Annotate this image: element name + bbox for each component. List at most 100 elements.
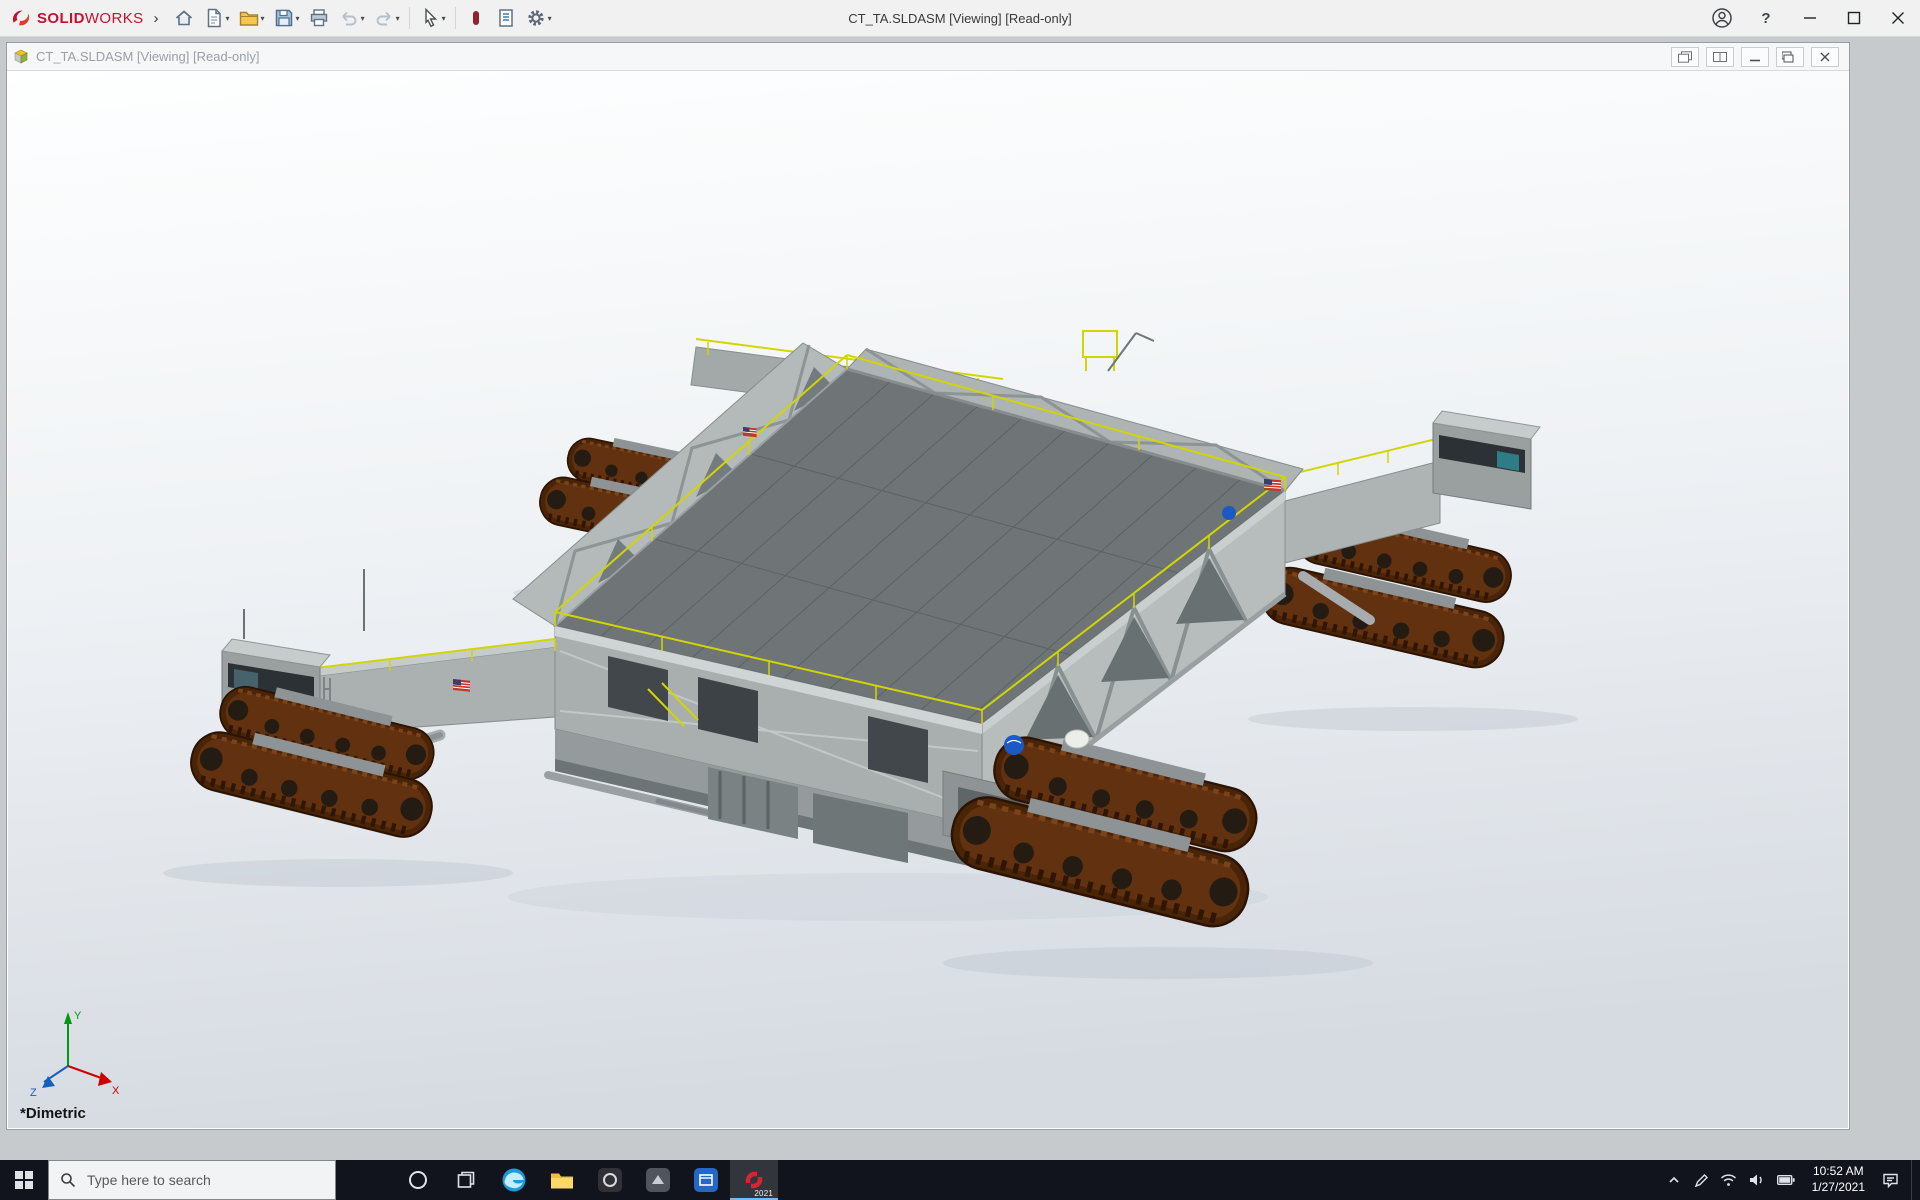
redo-caret[interactable]: ▾ (396, 14, 400, 23)
minimize-button[interactable] (1788, 0, 1832, 36)
macro-icon (465, 7, 487, 29)
windows-taskbar: 2021 10:52 AM 1/27/2021 (0, 1160, 1920, 1200)
doc-restore-icon (1782, 51, 1798, 63)
help-icon: ? (1761, 10, 1770, 27)
search-icon (60, 1172, 76, 1188)
file-properties-button[interactable] (491, 3, 521, 33)
home-button[interactable] (169, 3, 199, 33)
file-explorer-button[interactable] (538, 1160, 586, 1200)
search-input[interactable] (85, 1171, 309, 1189)
network-tray-button[interactable] (1720, 1173, 1737, 1187)
open-button[interactable]: ▾ (234, 3, 269, 33)
select-button[interactable]: ▾ (415, 3, 450, 33)
menu-expand-arrow[interactable]: › (154, 10, 159, 27)
taskbar-app-button-3[interactable] (682, 1160, 730, 1200)
document-window-controls (1671, 47, 1843, 67)
app-name-bold: SOLID (37, 10, 85, 27)
help-button[interactable]: ? (1744, 0, 1788, 36)
account-button[interactable] (1700, 0, 1744, 36)
pen-tray-button[interactable] (1693, 1173, 1708, 1188)
start-button[interactable] (0, 1160, 48, 1200)
app-name-light: WORKS (85, 10, 144, 27)
cortana-icon (407, 1169, 429, 1191)
hidden-icons-button[interactable] (1667, 1173, 1681, 1187)
new-document-button[interactable]: ▾ (199, 3, 234, 33)
triad-x-label: X (112, 1085, 120, 1097)
doc-minimize-button[interactable] (1741, 47, 1769, 67)
task-view-button[interactable] (442, 1160, 490, 1200)
toolbar-separator (409, 7, 410, 29)
split-view-icon (1712, 51, 1728, 63)
maximize-button[interactable] (1832, 0, 1876, 36)
options-caret[interactable]: ▾ (548, 14, 552, 23)
doc-close-button[interactable] (1811, 47, 1839, 67)
solidworks-taskbar-button[interactable]: 2021 (730, 1160, 778, 1200)
cortana-button[interactable] (394, 1160, 442, 1200)
main-titlebar: SOLIDWORKS › ▾ ▾ ▾ ▾ (0, 0, 1920, 37)
print-button[interactable] (304, 3, 334, 33)
solidworks-logo[interactable]: SOLIDWORKS (0, 7, 152, 29)
open-folder-icon (238, 7, 260, 29)
save-caret[interactable]: ▾ (296, 14, 300, 23)
battery-icon (1777, 1174, 1795, 1186)
taskbar-app-button-1[interactable] (586, 1160, 634, 1200)
solidworks-year-badge: 2021 (754, 1189, 773, 1198)
taskbar-apps: 2021 (394, 1160, 778, 1200)
volume-tray-button[interactable] (1749, 1173, 1765, 1187)
windows-start-icon (15, 1171, 33, 1189)
edge-icon (501, 1167, 527, 1193)
undo-button[interactable]: ▾ (334, 3, 369, 33)
show-desktop-button[interactable] (1911, 1160, 1918, 1200)
document-window-titlebar[interactable]: CT_TA.SLDASM [Viewing] [Read-only] (7, 43, 1849, 71)
taskbar-clock[interactable]: 10:52 AM 1/27/2021 (1807, 1164, 1870, 1195)
taskbar-app-button-2[interactable] (634, 1160, 682, 1200)
new-document-icon (203, 7, 225, 29)
edge-button[interactable] (490, 1160, 538, 1200)
select-cursor-icon (419, 7, 441, 29)
new-window-button[interactable] (1671, 47, 1699, 67)
action-center-icon (1882, 1172, 1899, 1189)
window-controls: ? (1700, 0, 1920, 36)
close-button[interactable] (1876, 0, 1920, 36)
triad-y-label: Y (74, 1010, 82, 1022)
split-view-button[interactable] (1706, 47, 1734, 67)
pen-icon (1693, 1173, 1708, 1188)
doc-close-icon (1817, 51, 1833, 63)
new-window-icon (1677, 51, 1693, 63)
document-window: CT_TA.SLDASM [Viewing] [Read-only] (6, 42, 1850, 1130)
redo-button[interactable]: ▾ (369, 3, 404, 33)
dassault-systemes-logo-icon (10, 7, 32, 29)
undo-icon (338, 7, 360, 29)
quick-access-toolbar: ▾ ▾ ▾ ▾ ▾ ▾ (169, 3, 556, 33)
wifi-icon (1720, 1173, 1737, 1187)
save-icon (273, 7, 295, 29)
select-caret[interactable]: ▾ (442, 14, 446, 23)
solidworks-application-window: SOLIDWORKS › ▾ ▾ ▾ ▾ (0, 0, 1920, 1200)
macro-button[interactable] (461, 3, 491, 33)
graphics-area[interactable]: Y X Z *Dimetric (8, 71, 1848, 1128)
undo-caret[interactable]: ▾ (361, 14, 365, 23)
reference-triad[interactable]: Y X Z (28, 1006, 124, 1098)
file-properties-icon (495, 7, 517, 29)
clock-time: 10:52 AM (1812, 1164, 1865, 1180)
new-document-caret[interactable]: ▾ (226, 14, 230, 23)
save-button[interactable]: ▾ (269, 3, 304, 33)
battery-tray-button[interactable] (1777, 1174, 1795, 1186)
system-tray: 10:52 AM 1/27/2021 (1667, 1160, 1920, 1200)
clock-date: 1/27/2021 (1812, 1180, 1865, 1196)
redo-icon (373, 7, 395, 29)
app-icon-1 (597, 1167, 623, 1193)
doc-restore-button[interactable] (1776, 47, 1804, 67)
open-caret[interactable]: ▾ (261, 14, 265, 23)
file-explorer-icon (549, 1167, 575, 1193)
close-icon (1887, 7, 1909, 29)
mdi-workspace: CT_TA.SLDASM [Viewing] [Read-only] (0, 37, 1920, 1160)
toolbar-separator (455, 7, 456, 29)
options-button[interactable]: ▾ (521, 3, 556, 33)
taskbar-search[interactable] (48, 1160, 336, 1200)
task-view-icon (456, 1170, 476, 1190)
action-center-button[interactable] (1882, 1172, 1899, 1189)
crawler-transporter-model (8, 71, 1848, 1128)
chevron-up-icon (1667, 1173, 1681, 1187)
document-window-title: CT_TA.SLDASM [Viewing] [Read-only] (36, 49, 260, 64)
